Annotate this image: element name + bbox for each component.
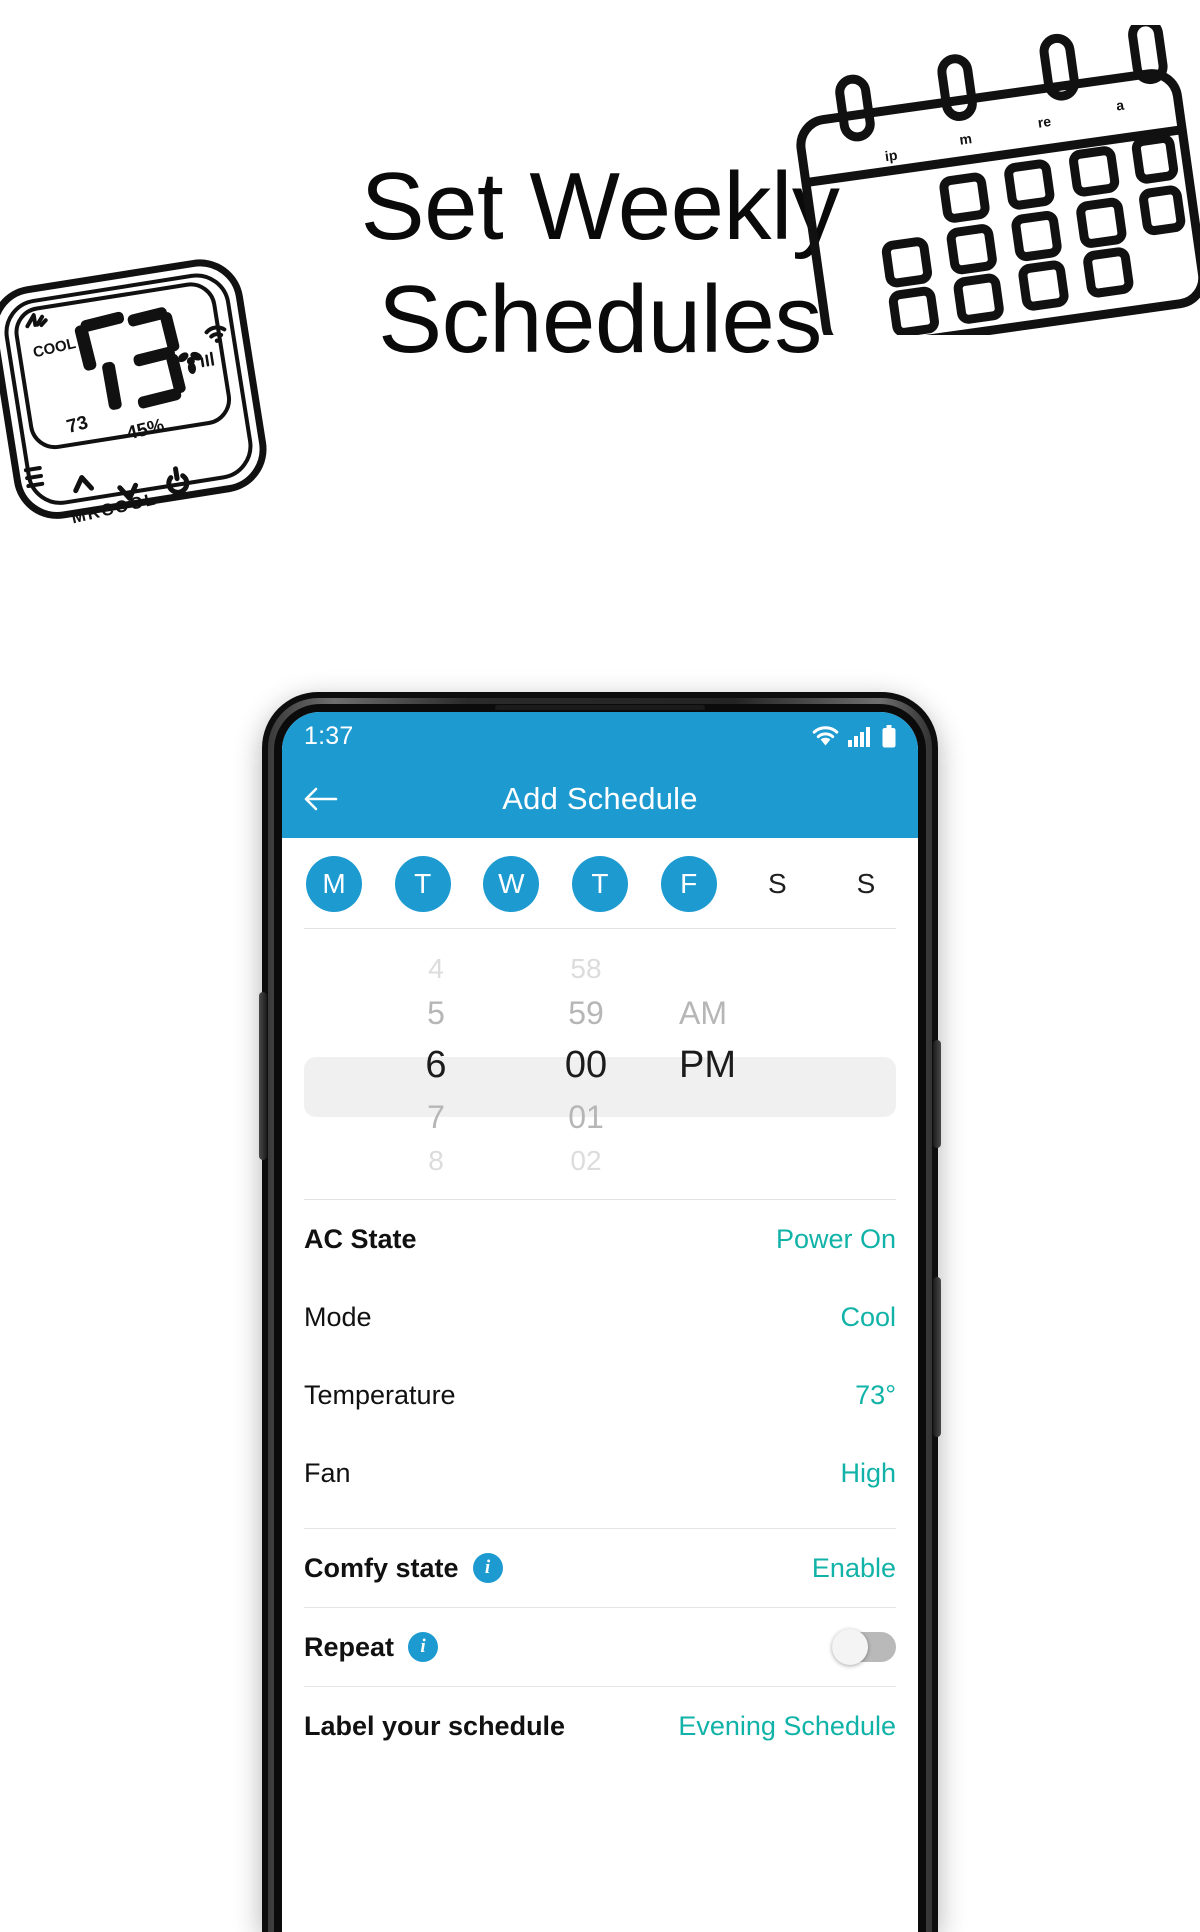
day-chip-wednesday[interactable]: W [483,856,540,912]
back-arrow-icon [304,787,338,811]
meridiem-option-selected[interactable]: PM [661,1044,839,1087]
day-selector: M T W T F S S [282,838,918,928]
mrcool-thermostat-illustration: COOL 73 45% MRCOOL [0,235,292,535]
setting-value-mode[interactable]: Cool [840,1302,896,1333]
day-chip-saturday[interactable]: S [749,856,805,912]
toggle-knob [832,1629,868,1665]
day-chip-monday[interactable]: M [306,856,362,912]
hour-option[interactable]: 7 [361,1099,511,1136]
day-chip-thursday[interactable]: T [571,856,628,912]
info-icon[interactable]: i [472,1553,503,1583]
setting-row-repeat[interactable]: Repeat i [304,1608,896,1686]
setting-label: Label your schedule [304,1710,566,1741]
svg-text:re: re [1037,113,1053,131]
setting-label: Fan [304,1457,351,1488]
setting-value-fan[interactable]: High [840,1458,896,1489]
svg-text:COOL: COOL [31,335,77,361]
day-chip-label: W [498,868,525,899]
minute-option[interactable]: 01 [511,1099,661,1136]
schedule-settings-list: AC State Power On Mode Cool Temperature … [282,1200,918,1765]
time-picker-row[interactable]: 7 01 [282,1095,918,1139]
day-chip-friday[interactable]: F [660,856,717,912]
setting-value-schedule-label[interactable]: Evening Schedule [678,1711,896,1742]
hour-option[interactable]: 8 [361,1145,511,1177]
calendar-illustration: ip m re a [770,17,1200,355]
day-chip-sunday[interactable]: S [838,856,894,912]
app-bar-title: Add Schedule [502,781,698,816]
hour-option[interactable]: 4 [361,953,511,985]
back-button[interactable] [288,786,354,812]
info-icon[interactable]: i [408,1632,439,1662]
hour-option-selected[interactable]: 6 [361,1044,511,1087]
setting-label: Comfy state [304,1552,459,1583]
battery-icon [882,724,896,747]
setting-row-mode[interactable]: Mode Cool [304,1278,896,1356]
setting-row-label[interactable]: Label your schedule Evening Schedule [304,1687,896,1765]
day-chip-label: F [680,868,698,899]
setting-label: AC State [304,1223,417,1254]
day-chip-label: S [767,868,787,899]
setting-row-comfy-state[interactable]: Comfy state i Enable [304,1529,896,1607]
minute-option[interactable]: 59 [511,995,661,1032]
setting-label: Repeat [304,1631,395,1662]
setting-label-group: Comfy state i [304,1553,503,1584]
wifi-icon [812,725,839,745]
day-chip-label: M [322,868,346,899]
setting-label-group: Repeat i [304,1631,439,1663]
earpiece-speaker [495,705,705,710]
setting-row-ac-state[interactable]: AC State Power On [304,1200,896,1278]
setting-row-fan[interactable]: Fan High [304,1434,896,1512]
svg-text:73: 73 [64,412,90,438]
minute-option[interactable]: 02 [511,1145,661,1177]
svg-text:ip: ip [884,147,899,165]
day-chip-tuesday[interactable]: T [394,856,451,912]
day-chip-label: S [856,868,876,899]
meridiem-option-am[interactable]: AM [661,995,839,1032]
minute-option[interactable]: 58 [511,953,661,985]
time-picker-row[interactable]: 4 58 [282,947,918,991]
hour-option[interactable]: 5 [361,995,511,1032]
day-chip-label: T [414,868,432,899]
status-bar: 1:37 [282,712,918,760]
time-picker-row[interactable]: 8 02 [282,1139,918,1183]
setting-value-ac-state[interactable]: Power On [776,1224,896,1255]
setting-value-temperature[interactable]: 73° [855,1380,896,1411]
svg-text:45%: 45% [125,415,167,445]
status-clock: 1:37 [304,721,354,750]
signal-icon [848,726,870,747]
time-picker[interactable]: 4 58 5 59 AM 6 00 PM 7 01 8 02 [282,929,918,1199]
time-picker-row[interactable]: 5 59 AM [282,991,918,1035]
day-chip-label: T [591,868,609,899]
phone-mockup: 1:37 Add Schedule M T W T F S S 4 58 5 5… [259,692,941,1932]
setting-row-temperature[interactable]: Temperature 73° [304,1356,896,1434]
app-bar: Add Schedule [282,760,918,838]
power-button[interactable] [933,1040,941,1148]
setting-label: Temperature [304,1379,456,1410]
volume-button[interactable] [259,992,267,1160]
minute-option-selected[interactable]: 00 [511,1044,661,1087]
svg-text:a: a [1115,97,1125,114]
phone-screen: 1:37 Add Schedule M T W T F S S 4 58 5 5… [282,712,918,1932]
repeat-toggle[interactable] [832,1629,896,1665]
status-icon-group [812,724,896,748]
time-picker-row-selected[interactable]: 6 00 PM [282,1035,918,1095]
side-button[interactable] [933,1277,941,1437]
svg-text:m: m [958,130,973,148]
setting-value-comfy-state[interactable]: Enable [812,1553,896,1584]
setting-label: Mode [304,1301,372,1332]
